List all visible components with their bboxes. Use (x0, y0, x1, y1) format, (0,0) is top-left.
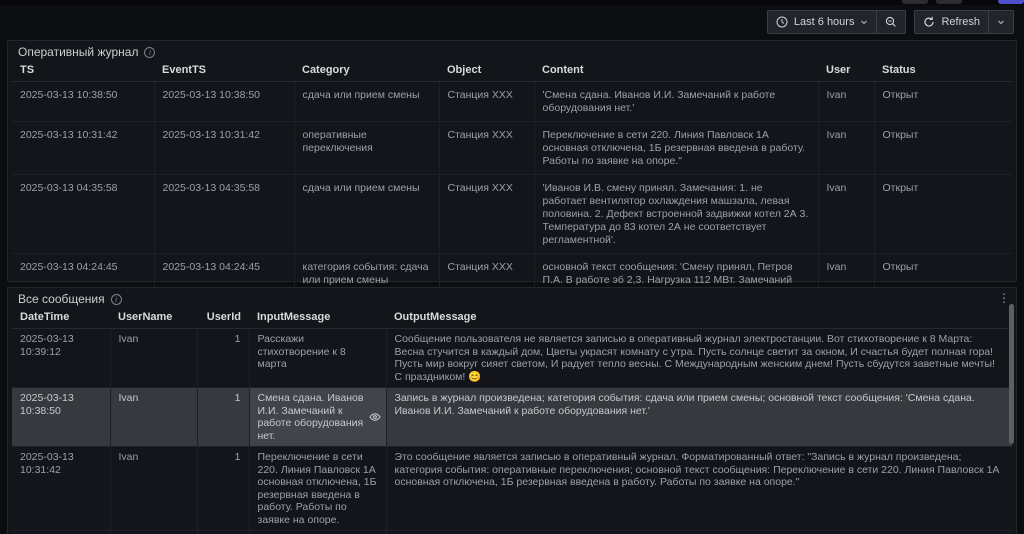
panel-header: Все сообщения i (8, 288, 1016, 308)
cell-category: оперативные переключения (294, 122, 439, 175)
dashboard-toolbar: Last 6 hours Refresh (0, 5, 1024, 39)
cell-username: Ivan (110, 329, 197, 388)
cell-username: Ivan (110, 388, 197, 447)
cell-object: Станция XXX (439, 175, 534, 254)
cell-object: Станция XXX (439, 122, 534, 175)
cell-datetime: 2025-03-13 10:39:12 (12, 329, 110, 388)
cell-object: Станция XXX (439, 82, 534, 122)
cell-username: Ivan (110, 531, 197, 534)
cell-userid: 1 (197, 388, 249, 447)
refresh-button[interactable]: Refresh (915, 11, 988, 33)
chevron-down-icon (860, 18, 868, 26)
panel-all-messages: ⋮ Все сообщения i DateTime UserName User… (7, 287, 1017, 534)
cell-ts: 2025-03-13 10:31:42 (12, 122, 154, 175)
cell-category: сдача или прием смены (294, 82, 439, 122)
panel-menu-icon[interactable]: ⋮ (998, 292, 1010, 304)
refresh-controls: Refresh (914, 10, 1014, 34)
cell-user: Ivan (818, 122, 874, 175)
cell-user: Ivan (818, 175, 874, 254)
refresh-interval-dropdown[interactable] (988, 11, 1013, 33)
cell-content: Переключение в сети 220. Линия Павловск … (534, 122, 818, 175)
table-row: 2025-03-13 10:30:12 Ivan 1 Напиши шутку … (12, 531, 1012, 534)
info-icon[interactable]: i (144, 47, 155, 58)
cell-user: Ivan (818, 82, 874, 122)
chrome-button[interactable] (936, 0, 962, 4)
info-icon[interactable]: i (111, 294, 122, 305)
refresh-label: Refresh (941, 16, 980, 28)
table-row: 2025-03-13 10:31:42 Ivan 1 Переключение … (12, 447, 1012, 531)
column-header-eventts[interactable]: EventTS (154, 61, 294, 82)
column-header-datetime[interactable]: DateTime (12, 308, 110, 329)
cell-output-message: Запись в журнал произведена; категория с… (386, 388, 1012, 447)
panel-operational-journal: Оперативный журнал i TS EventTS Category… (7, 40, 1017, 282)
column-header-username[interactable]: UserName (110, 308, 197, 329)
cell-eventts: 2025-03-13 04:35:58 (154, 175, 294, 254)
cell-datetime: 2025-03-13 10:31:42 (12, 447, 110, 531)
cell-content: 'Смена сдана. Иванов И.И. Замечаний к ра… (534, 82, 818, 122)
column-header-category[interactable]: Category (294, 61, 439, 82)
cell-status: Открыт (874, 82, 1012, 122)
table-header-row: TS EventTS Category Object Content User … (12, 61, 1012, 82)
cell-userid: 1 (197, 531, 249, 534)
column-header-inputmessage[interactable]: InputMessage (249, 308, 386, 329)
column-header-content[interactable]: Content (534, 61, 818, 82)
window-chrome (0, 0, 1024, 5)
time-range-picker[interactable]: Last 6 hours (768, 11, 877, 33)
inspect-eye-icon[interactable] (369, 411, 381, 423)
cell-status: Открыт (874, 175, 1012, 254)
table-scrollbar[interactable] (1009, 304, 1014, 444)
messages-table: DateTime UserName UserId InputMessage Ou… (12, 308, 1012, 534)
cell-userid: 1 (197, 329, 249, 388)
chrome-accent-button[interactable] (998, 0, 1024, 4)
zoom-out-button[interactable] (876, 11, 905, 33)
cell-username: Ivan (110, 447, 197, 531)
table-row: 2025-03-13 04:35:58 2025-03-13 04:35:58 … (12, 175, 1012, 254)
time-controls: Last 6 hours (767, 10, 907, 34)
table-row: 2025-03-13 10:39:12 Ivan 1 Расскажи стих… (12, 329, 1012, 388)
journal-table: TS EventTS Category Object Content User … (12, 61, 1012, 317)
column-header-status[interactable]: Status (874, 61, 1012, 82)
cell-output-message: Это сообщение не является записью в опер… (386, 531, 1012, 534)
chrome-button[interactable] (902, 0, 928, 4)
cell-userid: 1 (197, 447, 249, 531)
cell-ts: 2025-03-13 10:38:50 (12, 82, 154, 122)
table-row: 2025-03-13 10:31:42 2025-03-13 10:31:42 … (12, 122, 1012, 175)
panel-header: Оперативный журнал i (8, 41, 1016, 61)
panel-title: Все сообщения (18, 292, 105, 306)
table-row: 2025-03-13 10:38:50 2025-03-13 10:38:50 … (12, 82, 1012, 122)
cell-input-message[interactable]: Смена сдана. Иванов И.И. Замечаний к раб… (249, 388, 386, 447)
cell-datetime: 2025-03-13 10:30:12 (12, 531, 110, 534)
input-message-text: Смена сдана. Иванов И.И. Замечаний к раб… (258, 392, 364, 442)
table-row-hovered: 2025-03-13 10:38:50 Ivan 1 Смена сдана. … (12, 388, 1012, 447)
column-header-ts[interactable]: TS (12, 61, 154, 82)
cell-output-message: Сообщение пользователя не является запис… (386, 329, 1012, 388)
grafana-dashboard: Last 6 hours Refresh Оперативный журнал … (0, 0, 1024, 534)
cell-eventts: 2025-03-13 10:38:50 (154, 82, 294, 122)
clock-icon (776, 16, 788, 28)
table-header-row: DateTime UserName UserId InputMessage Ou… (12, 308, 1012, 329)
cell-eventts: 2025-03-13 10:31:42 (154, 122, 294, 175)
column-header-userid[interactable]: UserId (197, 308, 249, 329)
cell-ts: 2025-03-13 04:35:58 (12, 175, 154, 254)
chevron-down-icon (997, 18, 1005, 26)
column-header-outputmessage[interactable]: OutputMessage (386, 308, 1012, 329)
time-range-label: Last 6 hours (794, 16, 855, 28)
cell-content: 'Иванов И.В. смену принял. Замечания: 1.… (534, 175, 818, 254)
panel-title: Оперативный журнал (18, 45, 138, 59)
cell-output-message: Это сообщение является записью в операти… (386, 447, 1012, 531)
column-header-object[interactable]: Object (439, 61, 534, 82)
cell-category: сдача или прием смены (294, 175, 439, 254)
cell-datetime: 2025-03-13 10:38:50 (12, 388, 110, 447)
refresh-icon (923, 16, 935, 28)
cell-input-message: Напиши шутку про день энергетика (249, 531, 386, 534)
column-header-user[interactable]: User (818, 61, 874, 82)
cell-status: Открыт (874, 122, 1012, 175)
cell-input-message: Расскажи стихотворение к 8 марта (249, 329, 386, 388)
zoom-out-icon (885, 16, 897, 28)
cell-input-message: Переключение в сети 220. Линия Павловск … (249, 447, 386, 531)
